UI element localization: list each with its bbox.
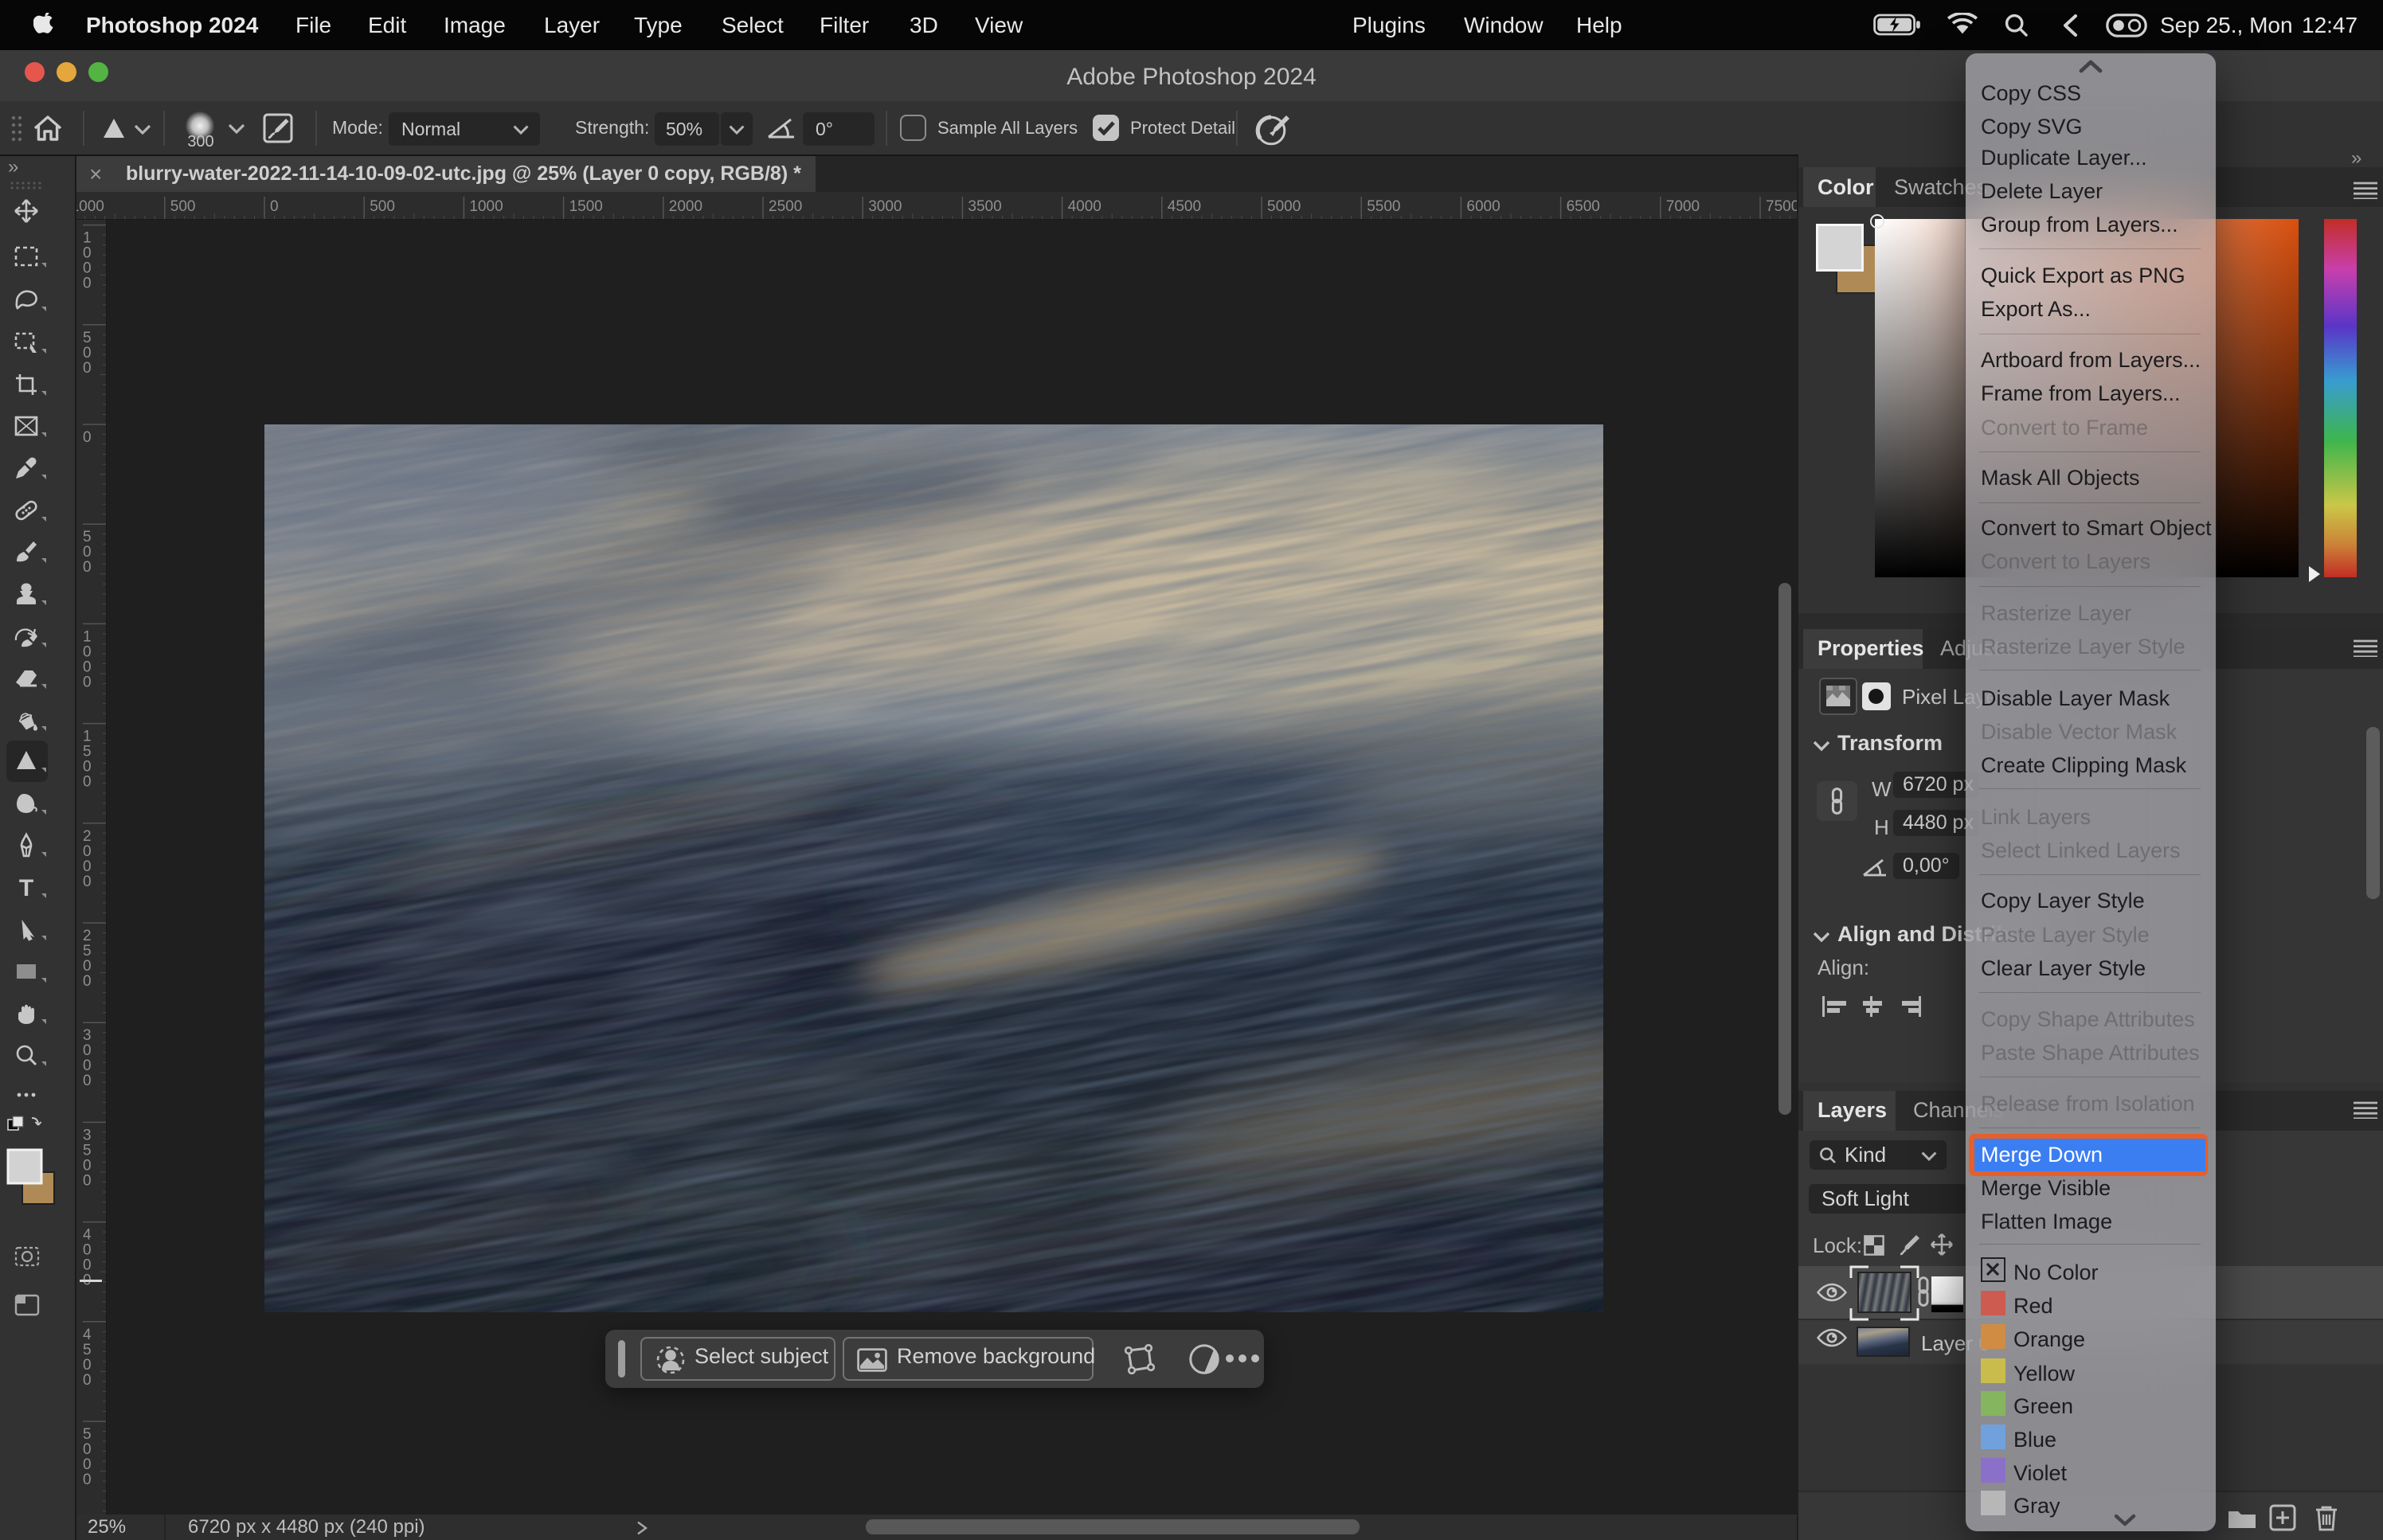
svg-text:1: 1 <box>83 230 92 247</box>
svg-text:500: 500 <box>170 198 196 215</box>
svg-text:0: 0 <box>83 774 92 791</box>
svg-text:7500: 7500 <box>1766 198 1797 215</box>
svg-text:0: 0 <box>83 843 92 860</box>
svg-text:2: 2 <box>83 828 92 845</box>
svg-text:0: 0 <box>83 973 92 990</box>
svg-text:3: 3 <box>83 1127 92 1143</box>
svg-text:5: 5 <box>83 330 92 346</box>
svg-text:0: 0 <box>270 198 279 215</box>
svg-text:2500: 2500 <box>769 198 802 215</box>
svg-text:500: 500 <box>370 198 395 215</box>
svg-text:0: 0 <box>83 659 92 675</box>
svg-text:0: 0 <box>83 245 92 262</box>
svg-text:0: 0 <box>83 759 92 776</box>
svg-text:4: 4 <box>83 1227 92 1244</box>
svg-text:0: 0 <box>83 276 92 292</box>
svg-text:5: 5 <box>83 943 92 960</box>
svg-text:3000: 3000 <box>868 198 902 215</box>
svg-text:0: 0 <box>83 1242 92 1259</box>
svg-text:6500: 6500 <box>1567 198 1600 215</box>
svg-text:0: 0 <box>83 1042 92 1059</box>
svg-text:6000: 6000 <box>1466 198 1500 215</box>
svg-text:5: 5 <box>83 1142 92 1159</box>
svg-text:0: 0 <box>83 260 92 277</box>
svg-text:2: 2 <box>83 928 92 944</box>
svg-text:0: 0 <box>83 345 92 362</box>
svg-text:0: 0 <box>83 1441 92 1458</box>
svg-text:4: 4 <box>83 1327 92 1343</box>
svg-text:4500: 4500 <box>1168 198 1201 215</box>
svg-text:2000: 2000 <box>669 198 702 215</box>
svg-text:0: 0 <box>83 1157 92 1174</box>
svg-text:5: 5 <box>83 1342 92 1358</box>
svg-text:0: 0 <box>83 1257 92 1274</box>
svg-text:0: 0 <box>83 958 92 975</box>
svg-text:5000: 5000 <box>1267 198 1301 215</box>
svg-text:0: 0 <box>83 874 92 890</box>
svg-text:0: 0 <box>83 429 92 446</box>
svg-text:0: 0 <box>83 1172 92 1189</box>
svg-text:0: 0 <box>83 559 92 576</box>
svg-text:5: 5 <box>83 1426 92 1443</box>
svg-text:4000: 4000 <box>1068 198 1102 215</box>
svg-text:0: 0 <box>83 1456 92 1473</box>
svg-text:T: T <box>19 875 33 901</box>
svg-text:1: 1 <box>83 729 92 745</box>
svg-text:0: 0 <box>83 1057 92 1074</box>
svg-text:1: 1 <box>83 628 92 645</box>
svg-text:3500: 3500 <box>968 198 1001 215</box>
svg-text:1000: 1000 <box>469 198 503 215</box>
svg-text:0: 0 <box>83 674 92 690</box>
svg-text:0: 0 <box>83 360 92 377</box>
svg-text:3: 3 <box>83 1027 92 1044</box>
svg-text:5500: 5500 <box>1367 198 1400 215</box>
svg-text:0: 0 <box>83 1073 92 1089</box>
svg-text:0: 0 <box>83 1372 92 1389</box>
svg-text:0: 0 <box>83 1472 92 1488</box>
svg-text:7000: 7000 <box>1666 198 1700 215</box>
svg-text:1500: 1500 <box>569 198 603 215</box>
svg-text:5: 5 <box>83 744 92 760</box>
svg-text:0: 0 <box>83 643 92 660</box>
svg-text:0: 0 <box>83 1357 92 1374</box>
svg-text:0: 0 <box>83 544 92 561</box>
svg-text:0: 0 <box>83 858 92 875</box>
svg-text:1000: 1000 <box>76 198 104 215</box>
svg-text:5: 5 <box>83 529 92 545</box>
